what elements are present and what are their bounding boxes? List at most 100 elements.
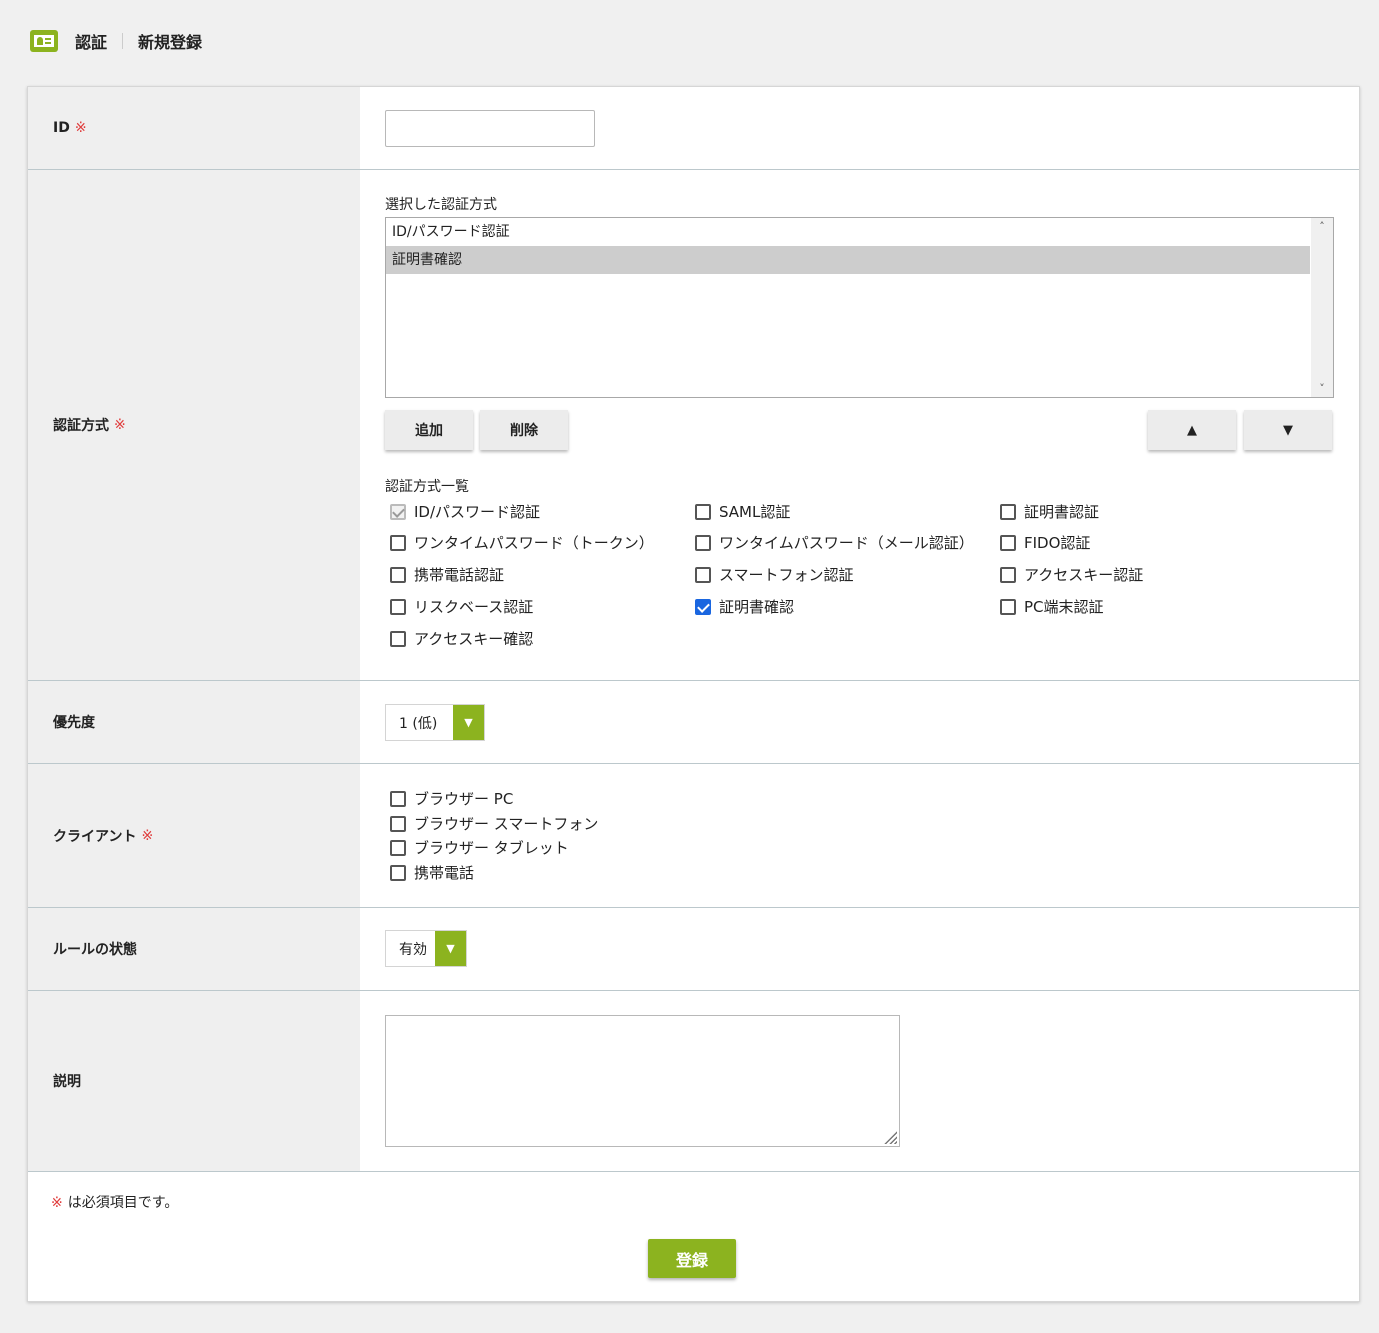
method-checkbox-risk-based[interactable]: リスクベース認証 xyxy=(390,596,533,617)
client-label-text: クライアント xyxy=(53,828,137,845)
auth-method-row: 認証方式 ※ 選択した認証方式 ID/パスワード認証 証明書確認 ˄ ˅ 追加 … xyxy=(28,170,1359,681)
method-checkbox-pc-terminal[interactable]: PC端末認証 xyxy=(1000,596,1104,617)
required-note-text: は必須項目です。 xyxy=(67,1195,179,1211)
required-mark: ※ xyxy=(141,827,154,844)
method-checkbox-saml[interactable]: SAML認証 xyxy=(695,501,790,522)
move-up-button[interactable]: ▲ xyxy=(1148,410,1236,450)
checkbox[interactable] xyxy=(390,839,406,856)
checkbox-label: アクセスキー確認 xyxy=(414,630,534,648)
checkbox-label: ブラウザー スマートフォン xyxy=(414,815,599,833)
method-checkbox-accesskey-check[interactable]: アクセスキー確認 xyxy=(390,628,533,649)
description-label: 説明 xyxy=(28,991,360,1171)
checkbox[interactable] xyxy=(390,815,406,832)
auth-method-field-cell: 選択した認証方式 ID/パスワード認証 証明書確認 ˄ ˅ 追加 削除 ▲ ▼ … xyxy=(360,170,1359,680)
checkbox-label: SAML認証 xyxy=(719,503,791,521)
listbox-option-selected[interactable]: 証明書確認 xyxy=(386,246,1310,274)
required-mark: ※ xyxy=(51,1195,63,1211)
required-mark: ※ xyxy=(114,417,126,433)
status-select[interactable]: 有効 ▼ xyxy=(385,930,467,967)
selected-methods-listbox[interactable]: ID/パスワード認証 証明書確認 ˄ ˅ xyxy=(385,217,1334,398)
method-checkbox-certificate-auth[interactable]: 証明書認証 xyxy=(1000,501,1099,522)
checkbox-checked[interactable] xyxy=(695,598,711,615)
client-checkbox-browser-pc[interactable]: ブラウザー PC xyxy=(390,788,513,809)
triangle-down-icon[interactable]: ▼ xyxy=(453,705,484,740)
status-label: ルールの状態 xyxy=(28,908,360,990)
status-row: ルールの状態 有効 ▼ xyxy=(28,908,1359,991)
delete-button[interactable]: 削除 xyxy=(480,410,568,450)
chevron-up-icon[interactable]: ˄ xyxy=(1315,220,1329,233)
checkbox[interactable] xyxy=(1000,503,1016,520)
method-list-title: 認証方式一覧 xyxy=(385,479,469,495)
listbox-option[interactable]: ID/パスワード認証 xyxy=(386,218,1310,246)
id-input[interactable] xyxy=(385,110,595,147)
checkbox-label: 証明書認証 xyxy=(1024,503,1100,521)
checkbox[interactable] xyxy=(695,503,711,520)
method-checkbox-smartphone[interactable]: スマートフォン認証 xyxy=(695,564,854,585)
selected-methods-title: 選択した認証方式 xyxy=(385,197,497,213)
page-title: 新規登録 xyxy=(138,33,203,52)
checkbox-label: PC端末認証 xyxy=(1024,598,1104,616)
client-row: クライアント ※ ブラウザー PC ブラウザー スマートフォン ブラウザー タブ… xyxy=(28,764,1359,908)
checkbox-label: 携帯電話 xyxy=(414,864,475,882)
checkbox-label: スマートフォン認証 xyxy=(719,566,854,584)
id-label: ID ※ xyxy=(28,87,360,169)
checkbox[interactable] xyxy=(390,790,406,807)
checkbox[interactable] xyxy=(390,598,406,615)
checkbox-label: ワンタイムパスワード（トークン） xyxy=(414,534,654,552)
client-checkbox-mobile-phone[interactable]: 携帯電話 xyxy=(390,862,474,883)
breadcrumb-section: 認証 xyxy=(75,33,108,52)
checkbox[interactable] xyxy=(1000,566,1016,583)
client-field-cell: ブラウザー PC ブラウザー スマートフォン ブラウザー タブレット 携帯電話 xyxy=(360,764,1359,907)
page-header: 認証 新規登録 xyxy=(30,28,202,54)
method-checkbox-certificate-check[interactable]: 証明書確認 xyxy=(695,596,794,617)
checkbox[interactable] xyxy=(390,630,406,647)
move-down-button[interactable]: ▼ xyxy=(1244,410,1332,450)
id-label-text: ID xyxy=(53,120,70,136)
auth-method-label-text: 認証方式 xyxy=(53,418,109,434)
register-button[interactable]: 登録 xyxy=(648,1239,736,1278)
breadcrumb-divider xyxy=(122,33,124,49)
checkbox[interactable] xyxy=(390,534,406,551)
status-field-cell: 有効 ▼ xyxy=(360,908,1359,990)
checkbox-label: ワンタイムパスワード（メール認証） xyxy=(719,534,974,552)
checkbox[interactable] xyxy=(1000,534,1016,551)
form-panel: ID ※ 認証方式 ※ 選択した認証方式 ID/パスワード認証 証明書確認 ˄ … xyxy=(27,86,1360,1302)
add-button[interactable]: 追加 xyxy=(385,410,473,450)
priority-label: 優先度 xyxy=(28,681,360,763)
required-note: ※ は必須項目です。 xyxy=(51,1192,178,1212)
resize-grip-icon[interactable] xyxy=(883,1130,897,1144)
id-card-icon xyxy=(30,30,58,52)
checkbox[interactable] xyxy=(695,566,711,583)
triangle-down-icon[interactable]: ▼ xyxy=(435,931,466,966)
checkbox[interactable] xyxy=(1000,598,1016,615)
checkbox[interactable] xyxy=(390,503,406,520)
checkbox-label: リスクベース認証 xyxy=(414,598,534,616)
status-select-value: 有効 xyxy=(399,941,427,958)
checkbox[interactable] xyxy=(390,864,406,881)
method-checkbox-id-password[interactable]: ID/パスワード認証 xyxy=(390,501,540,522)
method-checkbox-fido[interactable]: FIDO認証 xyxy=(1000,532,1090,553)
listbox-scrollbar[interactable]: ˄ ˅ xyxy=(1311,218,1333,397)
priority-field-cell: 1 (低) ▼ xyxy=(360,681,1359,763)
method-checkbox-otp-token[interactable]: ワンタイムパスワード（トークン） xyxy=(390,532,654,553)
id-field-cell xyxy=(360,87,1359,169)
id-row: ID ※ xyxy=(28,87,1359,170)
checkbox-label: ID/パスワード認証 xyxy=(414,503,541,521)
client-checkbox-browser-smartphone[interactable]: ブラウザー スマートフォン xyxy=(390,813,598,834)
method-checkbox-accesskey-auth[interactable]: アクセスキー認証 xyxy=(1000,564,1143,585)
checkbox-label: FIDO認証 xyxy=(1024,534,1091,552)
checkbox[interactable] xyxy=(390,566,406,583)
description-textarea[interactable] xyxy=(385,1015,900,1147)
method-checkbox-mobile[interactable]: 携帯電話認証 xyxy=(390,564,504,585)
description-field-cell xyxy=(360,991,1359,1171)
checkbox-label: 携帯電話認証 xyxy=(414,566,505,584)
checkbox-label: ブラウザー PC xyxy=(414,790,514,808)
priority-select-value: 1 (低) xyxy=(399,715,438,732)
required-mark: ※ xyxy=(74,120,87,136)
chevron-down-icon[interactable]: ˅ xyxy=(1315,382,1329,395)
client-checkbox-browser-tablet[interactable]: ブラウザー タブレット xyxy=(390,837,569,858)
method-checkbox-otp-mail[interactable]: ワンタイムパスワード（メール認証） xyxy=(695,532,974,553)
priority-select[interactable]: 1 (低) ▼ xyxy=(385,704,485,741)
checkbox[interactable] xyxy=(695,534,711,551)
checkbox-label: アクセスキー認証 xyxy=(1024,566,1144,584)
